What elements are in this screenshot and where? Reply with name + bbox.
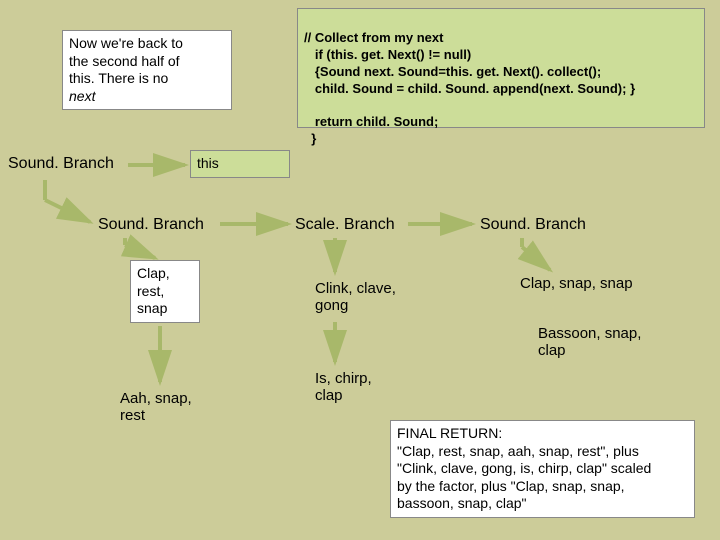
this-box: this xyxy=(190,150,290,178)
note-line: this. There is no xyxy=(69,70,225,88)
code-line: } xyxy=(304,131,316,146)
tree-root: Sound. Branch xyxy=(8,155,114,173)
final-line: "Clap, rest, snap, aah, snap, rest", plu… xyxy=(397,443,688,461)
branch-3a: Clap, snap, snap xyxy=(520,275,633,292)
note-line: the second half of xyxy=(69,53,225,71)
branch-1a: Clap, rest, snap xyxy=(130,260,200,323)
branch-2b: Is, chirp, clap xyxy=(315,370,372,404)
final-line: bassoon, snap, clap" xyxy=(397,495,688,513)
final-return-box: FINAL RETURN: "Clap, rest, snap, aah, sn… xyxy=(390,420,695,518)
branch-1b: Aah, snap, rest xyxy=(120,390,192,424)
final-line: by the factor, plus "Clap, snap, snap, xyxy=(397,478,688,496)
code-line: child. Sound = child. Sound. append(next… xyxy=(304,81,635,96)
branch-3b: Bassoon, snap, clap xyxy=(538,325,641,359)
note-line: next xyxy=(69,88,225,106)
branch-1: Sound. Branch xyxy=(98,216,204,234)
note-line: Now we're back to xyxy=(69,35,225,53)
branch-2: Scale. Branch xyxy=(295,216,395,234)
code-line: return child. Sound; xyxy=(304,114,438,129)
final-line: "Clink, clave, gong, is, chirp, clap" sc… xyxy=(397,460,688,478)
branch-3: Sound. Branch xyxy=(480,216,586,234)
code-line: if (this. get. Next() != null) xyxy=(304,47,471,62)
code-line: {Sound next. Sound=this. get. Next(). co… xyxy=(304,64,601,79)
final-title: FINAL RETURN: xyxy=(397,425,688,443)
code-box: // Collect from my next if (this. get. N… xyxy=(297,8,705,128)
code-line: // Collect from my next xyxy=(304,30,443,45)
note-box: Now we're back to the second half of thi… xyxy=(62,30,232,110)
this-label: this xyxy=(197,155,219,171)
branch-2a: Clink, clave, gong xyxy=(315,280,396,314)
